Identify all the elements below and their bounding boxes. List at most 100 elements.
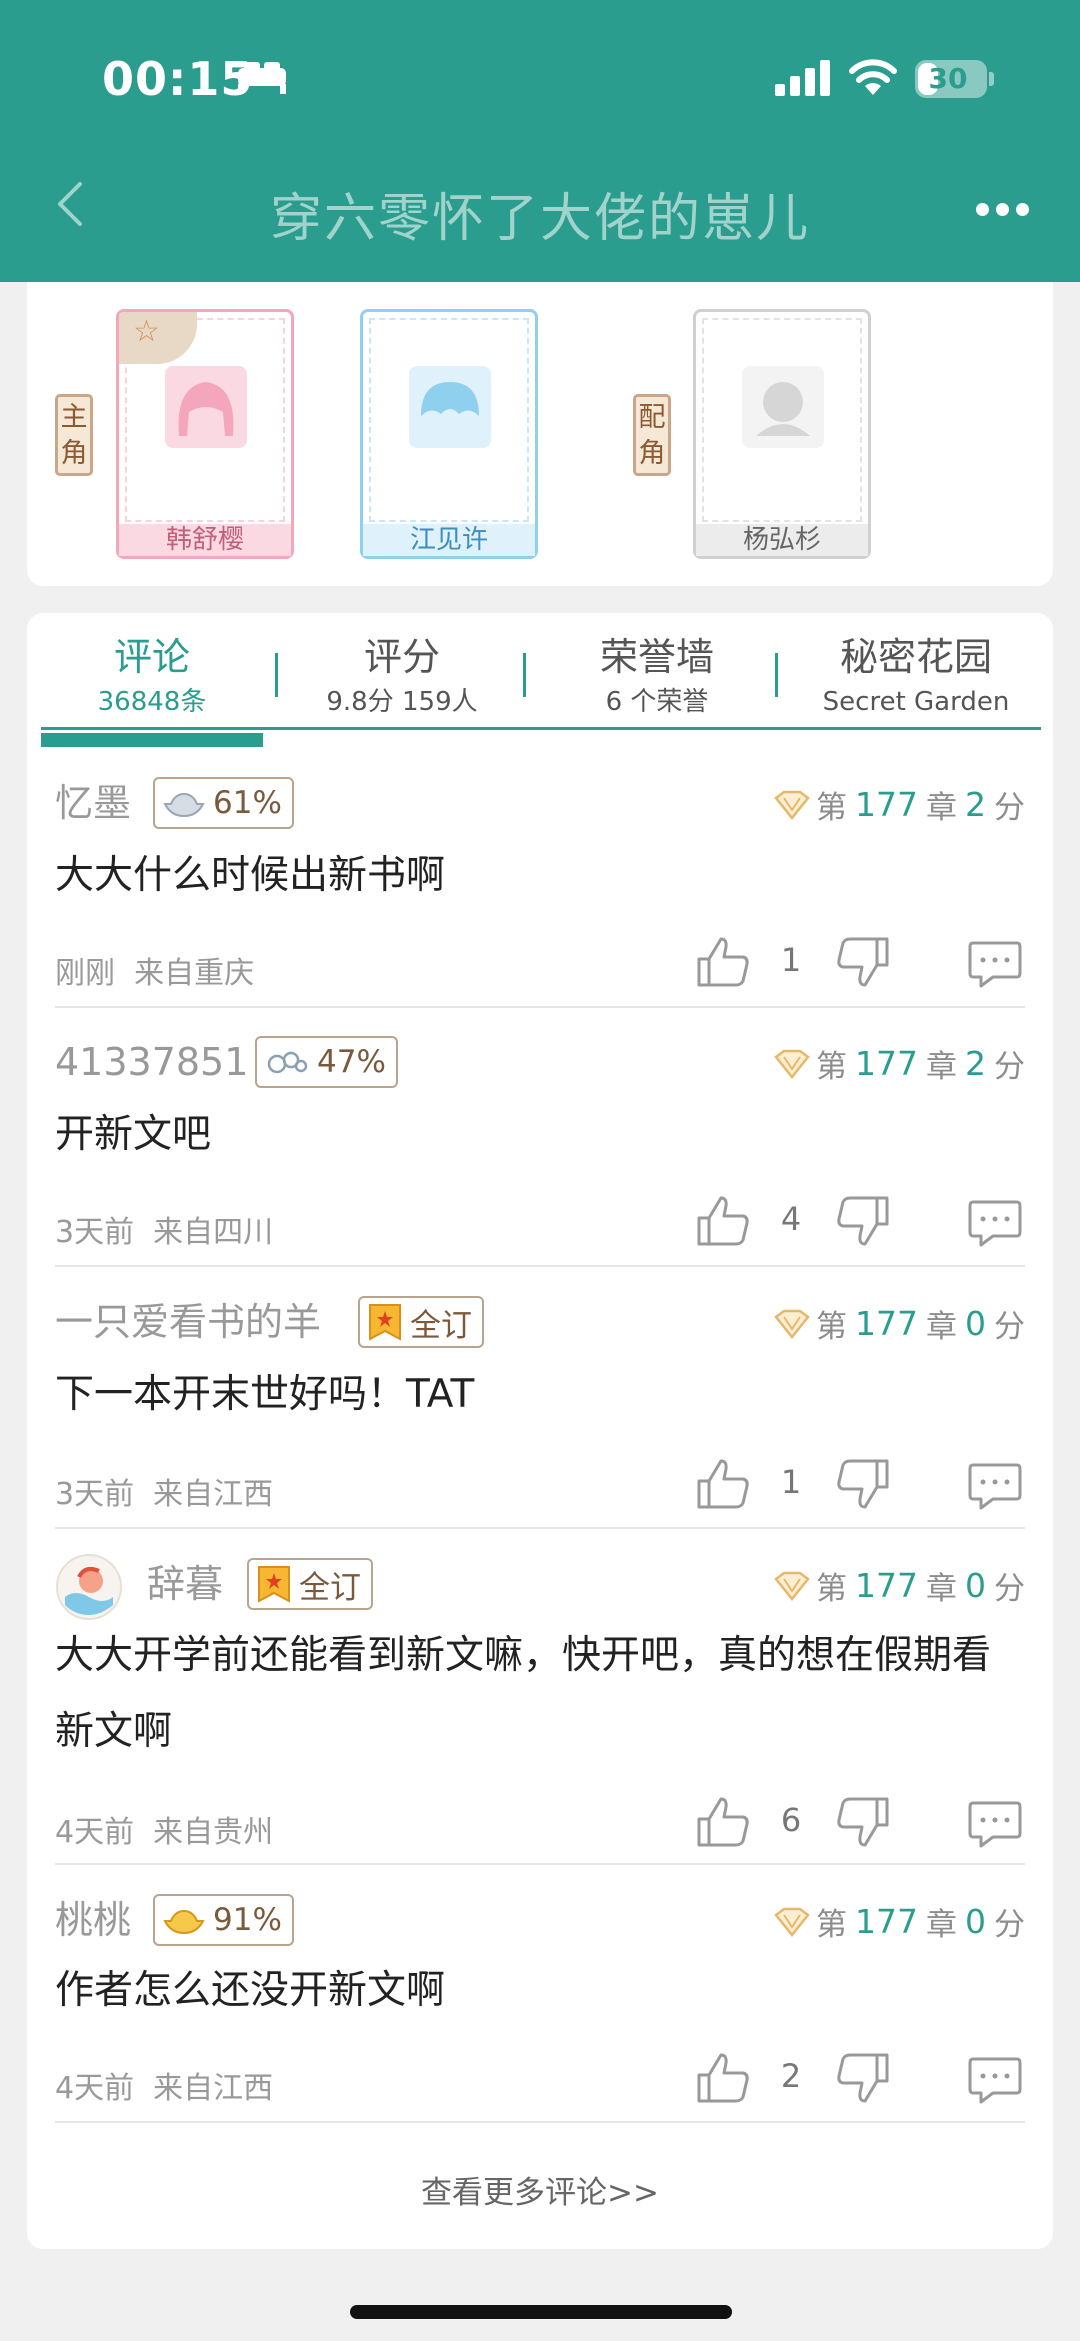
- active-tab-indicator: [41, 733, 263, 747]
- comment-reply-icon[interactable]: [967, 2055, 1023, 2105]
- chapter-suffix: 章: [926, 1907, 957, 1943]
- home-indicator[interactable]: [350, 2305, 732, 2319]
- tab-honor-wall[interactable]: 荣誉墙 6 个荣誉: [537, 633, 777, 719]
- comment-time: 3天前: [55, 1215, 135, 1250]
- chapter-number: 177: [855, 1902, 918, 1941]
- comment-actions: 1: [695, 933, 1025, 993]
- comment-username[interactable]: 41337851: [55, 1037, 248, 1087]
- comment-username[interactable]: 一只爱看书的羊: [55, 1297, 321, 1347]
- tab-separator: [275, 653, 278, 697]
- more-options-icon[interactable]: [976, 203, 1029, 216]
- comment-meta: 4天前 来自江西: [55, 2063, 273, 2107]
- comment-username[interactable]: 辞暮: [147, 1559, 223, 1609]
- score-unit: 分: [994, 1907, 1025, 1943]
- comment-text: 大大什么时候出新书啊: [55, 853, 446, 898]
- tab-sub: 6 个荣誉: [605, 687, 709, 717]
- chapter-score: 第 177 章 0 分: [774, 1563, 1025, 1608]
- thumbs-up-icon[interactable]: [695, 1457, 751, 1511]
- comment-reply-icon[interactable]: [967, 939, 1023, 989]
- thumbs-up-icon[interactable]: [695, 2051, 751, 2105]
- comment-location: 来自重庆: [134, 956, 255, 991]
- score-value: 0: [965, 1304, 986, 1343]
- tab-underline: [41, 727, 1041, 730]
- comment-divider: [55, 2121, 1025, 2123]
- tab-separator: [775, 653, 778, 697]
- thumbs-up-icon[interactable]: [695, 935, 751, 989]
- thumbs-down-icon[interactable]: [835, 1194, 891, 1248]
- comment-item: 41337851 47% 第 177 章 2 分 开新文吧 3天前 来自四川 4: [55, 1036, 1025, 1267]
- comment-actions: 6: [695, 1793, 1025, 1853]
- battery-icon: 30: [915, 60, 987, 98]
- fan-level-badge: 61%: [153, 777, 294, 829]
- like-count: 4: [780, 1200, 802, 1238]
- comments-card: 评论 36848条 评分 9.8分 159人 荣誉墙 6 个荣誉 秘密花园 Se…: [27, 613, 1053, 2249]
- comment-username[interactable]: 忆墨: [55, 778, 131, 828]
- battery-level: 30: [928, 62, 968, 95]
- chapter-score: 第 177 章 2 分: [774, 1041, 1025, 1086]
- like-count: 1: [780, 941, 802, 979]
- back-arrow-icon[interactable]: [52, 180, 88, 228]
- comment-divider: [55, 1006, 1025, 1008]
- thumbs-down-icon[interactable]: [835, 1457, 891, 1511]
- comment-actions: 4: [695, 1192, 1025, 1252]
- tab-sub: Secret Garden: [822, 687, 1010, 717]
- gem-icon: [774, 1049, 810, 1079]
- comment-text: 大大开学前还能看到新文嘛，快开吧，真的想在假期看新文啊: [55, 1633, 992, 1754]
- tab-comments[interactable]: 评论 36848条: [41, 633, 263, 719]
- character-card-2[interactable]: 江见许: [360, 309, 538, 559]
- thumbs-down-icon[interactable]: [835, 1795, 891, 1849]
- view-more-comments-link[interactable]: 查看更多评论>>: [27, 2167, 1053, 2212]
- comment-reply-icon[interactable]: [967, 1198, 1023, 1248]
- chapter-prefix: 第: [816, 1571, 847, 1607]
- avatar: [165, 366, 247, 448]
- gem-icon: [774, 1907, 810, 1937]
- comment-actions: 1: [695, 1455, 1025, 1515]
- chapter-score: 第 177 章 0 分: [774, 1899, 1025, 1944]
- comment-divider: [55, 1527, 1025, 1529]
- characters-card: 主角 ☆ 韩舒樱 江见许 配角 杨弘杉: [27, 282, 1053, 586]
- gem-icon: [774, 1571, 810, 1601]
- tab-secret-garden[interactable]: 秘密花园 Secret Garden: [789, 633, 1043, 719]
- comment-time: 刚刚: [55, 956, 115, 991]
- score-value: 2: [965, 1044, 986, 1083]
- character-card-1[interactable]: ☆ 韩舒樱: [116, 309, 294, 559]
- like-count: 2: [780, 2057, 802, 2095]
- cloud-icon: [267, 1051, 308, 1074]
- full-subscription-badge: 全订: [358, 1296, 484, 1348]
- avatar: [742, 366, 824, 448]
- comment-time: 4天前: [55, 2071, 135, 2106]
- top-bar: 00:15 30 穿六零怀了大佬的崽儿: [0, 0, 1080, 282]
- thumbs-up-icon[interactable]: [695, 1194, 751, 1248]
- avatar[interactable]: [55, 1553, 123, 1621]
- comment-reply-icon[interactable]: [967, 1461, 1023, 1511]
- comment-item: 忆墨 61% 第 177 章 2 分 大大什么时候出新书啊 刚刚 来自重庆 1: [55, 777, 1025, 1008]
- fan-level-badge: 91%: [153, 1894, 294, 1946]
- character-name: 韩舒樱: [119, 524, 291, 556]
- chapter-suffix: 章: [926, 790, 957, 826]
- full-subscription-badge: 全订: [247, 1558, 373, 1610]
- comment-location: 来自江西: [153, 2071, 274, 2106]
- tab-separator: [523, 653, 526, 697]
- comment-location: 来自四川: [153, 1215, 274, 1250]
- badge-text: 61%: [213, 785, 282, 821]
- badge-text: 全订: [410, 1307, 472, 1344]
- comment-divider: [55, 1265, 1025, 1267]
- support-role-tag: 配角: [633, 394, 671, 476]
- thumbs-down-icon[interactable]: [835, 935, 891, 989]
- badge-text: 47%: [317, 1044, 386, 1080]
- score-value: 2: [965, 785, 986, 824]
- comment-reply-icon[interactable]: [967, 1799, 1023, 1849]
- thumbs-down-icon[interactable]: [835, 2051, 891, 2105]
- comment-item: 一只爱看书的羊 全订 第 177 章 0 分 下一本开末世好吗！TAT 3天前 …: [55, 1296, 1025, 1527]
- character-card-3[interactable]: 杨弘杉: [693, 309, 871, 559]
- comment-time: 4天前: [55, 1815, 135, 1850]
- fan-level-badge: 47%: [255, 1036, 398, 1088]
- silver-ingot-icon: [163, 792, 205, 818]
- status-time: 00:15: [102, 52, 254, 106]
- comment-divider: [55, 1863, 1025, 1865]
- thumbs-up-icon[interactable]: [695, 1795, 751, 1849]
- tab-label: 评分: [363, 635, 440, 679]
- tab-rating[interactable]: 评分 9.8分 159人: [287, 633, 517, 719]
- gold-ingot-icon: [163, 1909, 205, 1935]
- comment-username[interactable]: 桃桃: [55, 1895, 131, 1945]
